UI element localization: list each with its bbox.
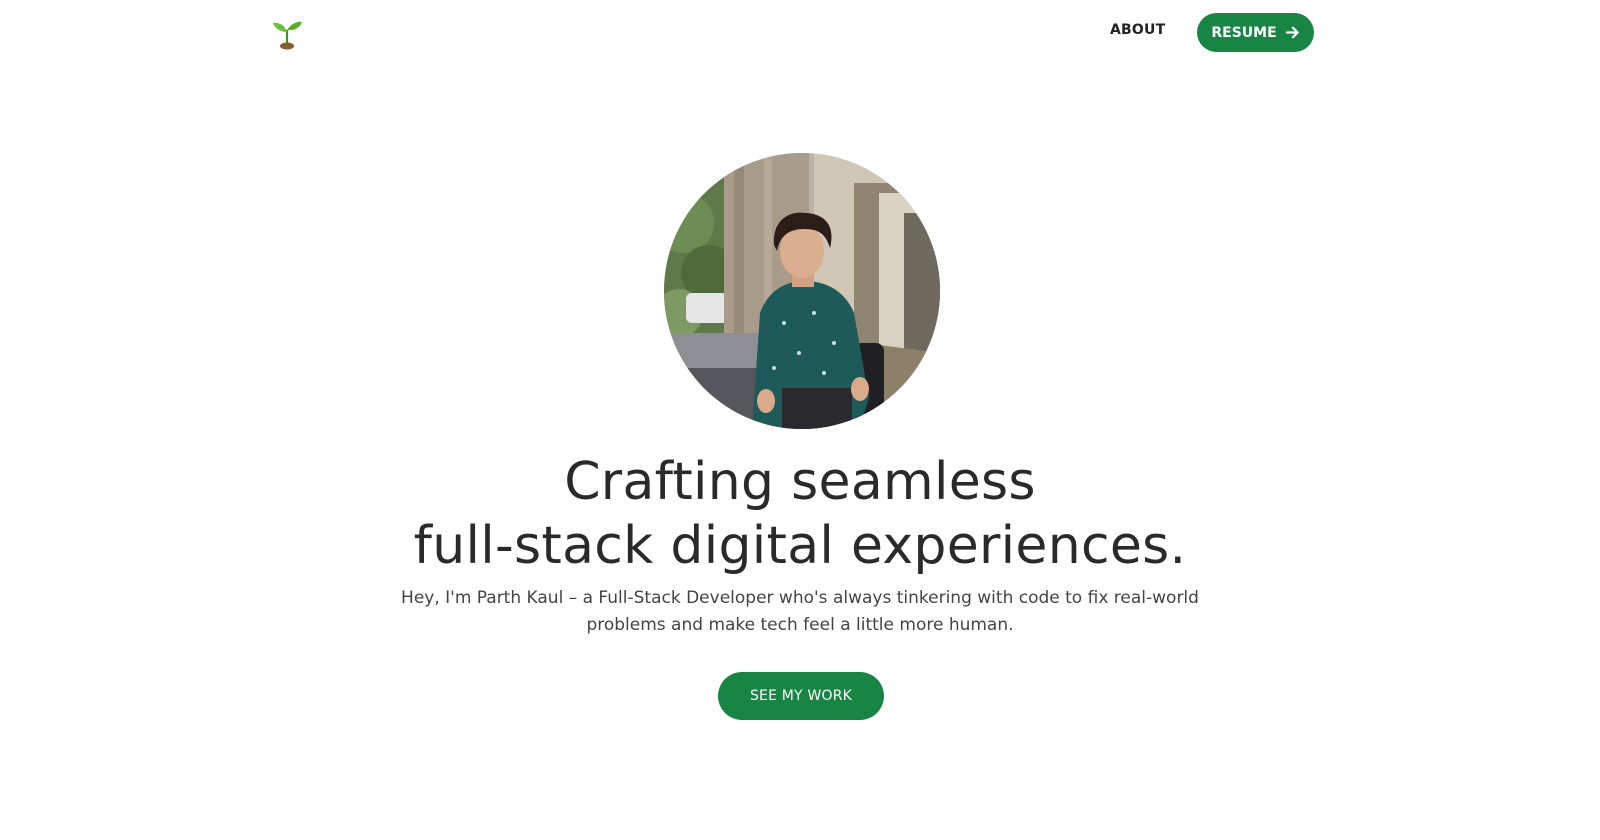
seedling-icon[interactable] [270, 16, 304, 50]
arrow-right-icon [1285, 26, 1299, 39]
hero-title-line-1: Crafting seamless [564, 452, 1036, 512]
hero-title-line-2: full-stack digital experiences. [413, 516, 1187, 576]
resume-button-label: RESUME [1211, 24, 1277, 41]
profile-photo [664, 153, 940, 429]
see-my-work-button[interactable]: SEE MY WORK [718, 672, 884, 720]
top-nav: ABOUT RESUME [0, 0, 1600, 64]
resume-button[interactable]: RESUME [1197, 13, 1314, 52]
hero-description: Hey, I'm Parth Kaul – a Full-Stack Devel… [401, 588, 1199, 635]
hero-title: Crafting seamless full-stack digital exp… [0, 450, 1600, 578]
nav-about-link[interactable]: ABOUT [1110, 22, 1165, 38]
